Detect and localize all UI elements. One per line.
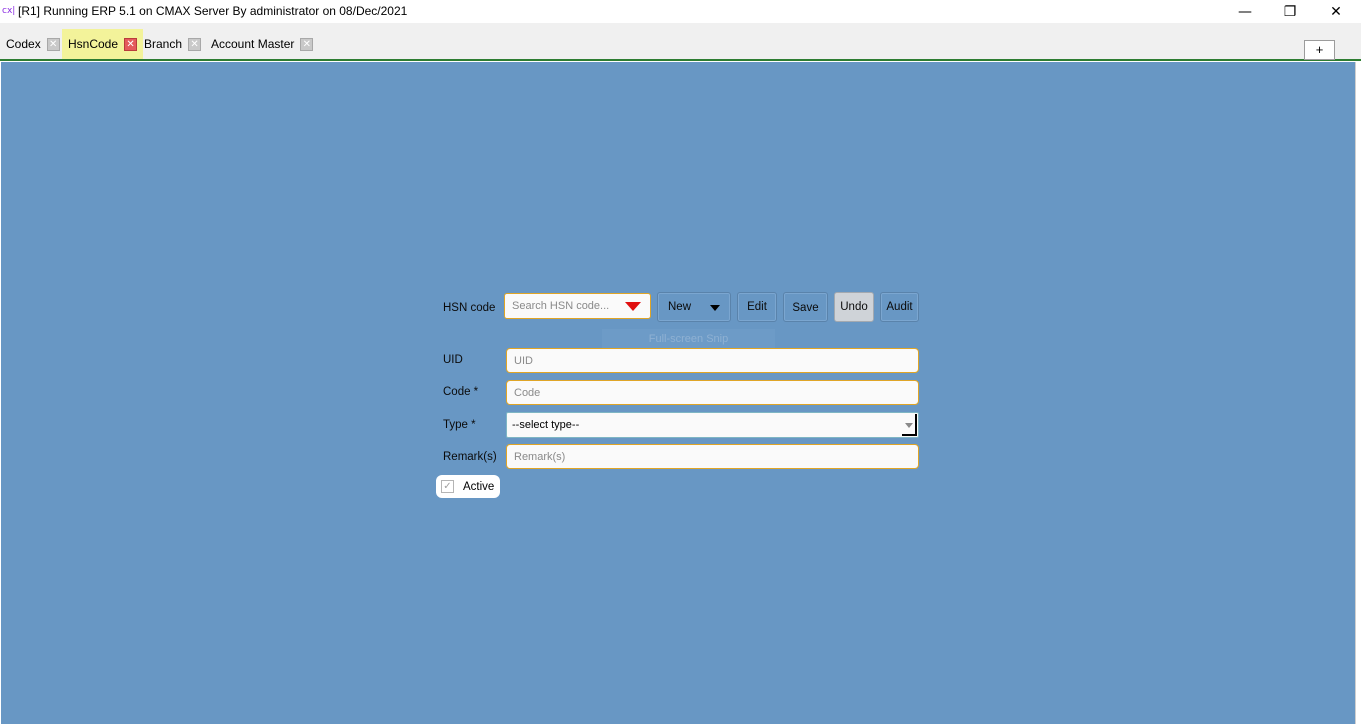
remarks-field[interactable]: Remark(s) <box>506 444 919 469</box>
tab-bar: Codex ✕ HsnCode ✕ Branch ✕ Account Maste… <box>0 23 1361 61</box>
tab-close-icon[interactable]: ✕ <box>300 37 314 51</box>
vertical-scrollbar[interactable] <box>1355 62 1361 724</box>
tab-close-icon[interactable]: ✕ <box>124 37 138 51</box>
add-tab-button[interactable]: + <box>1304 40 1335 60</box>
snip-overlay-text: Full-screen Snip <box>602 329 775 349</box>
title-bar: cx| [R1] Running ERP 5.1 on CMAX Server … <box>0 0 1361 23</box>
main-canvas: HSN code Search HSN code... New Edit Sav… <box>1 62 1355 724</box>
tab-label: Account Master <box>211 37 295 51</box>
tab-label: HsnCode <box>68 37 119 51</box>
type-select-value: --select type-- <box>512 419 580 431</box>
search-placeholder: Search HSN code... <box>512 300 610 312</box>
edit-button[interactable]: Edit <box>737 292 777 322</box>
caret-down-icon[interactable] <box>710 305 720 311</box>
tab-label: Codex <box>6 37 41 51</box>
uid-field[interactable]: UID <box>506 348 919 373</box>
tab-label: Branch <box>144 37 183 51</box>
hsn-form: HSN code Search HSN code... New Edit Sav… <box>1 62 1355 724</box>
uid-label: UID <box>443 354 463 366</box>
remarks-label: Remark(s) <box>443 451 497 463</box>
new-button[interactable]: New <box>657 292 731 322</box>
type-select[interactable]: --select type-- <box>506 412 919 438</box>
tab-close-icon[interactable]: ✕ <box>188 37 202 51</box>
hsn-code-label: HSN code <box>443 302 496 314</box>
dropdown-arrow-icon[interactable] <box>625 302 641 311</box>
save-button[interactable]: Save <box>783 292 828 322</box>
close-window-button[interactable]: ✕ <box>1313 0 1359 23</box>
checkbox-check-icon[interactable]: ✓ <box>441 480 454 493</box>
tab-codex[interactable]: Codex ✕ <box>6 29 60 59</box>
tab-account-master[interactable]: Account Master ✕ <box>211 29 314 59</box>
chevron-down-icon[interactable] <box>902 414 917 436</box>
hsn-search-input[interactable]: Search HSN code... <box>504 293 651 319</box>
code-label: Code * <box>443 386 479 398</box>
new-button-label: New <box>668 301 692 313</box>
tab-hsncode[interactable]: HsnCode ✕ <box>62 29 144 59</box>
active-checkbox[interactable]: ✓ Active <box>436 475 500 498</box>
remarks-placeholder: Remark(s) <box>514 451 566 463</box>
audit-button[interactable]: Audit <box>880 292 919 322</box>
type-label: Type * <box>443 419 476 431</box>
minimize-button[interactable]: — <box>1222 0 1268 23</box>
active-label: Active <box>463 480 495 493</box>
restore-button[interactable]: ❐ <box>1267 0 1313 23</box>
code-field[interactable]: Code <box>506 380 919 405</box>
window-title: [R1] Running ERP 5.1 on CMAX Server By a… <box>18 4 408 18</box>
tab-branch[interactable]: Branch ✕ <box>144 29 202 59</box>
uid-placeholder: UID <box>514 355 533 367</box>
tab-close-icon[interactable]: ✕ <box>46 37 60 51</box>
app-icon: cx| <box>2 6 16 16</box>
undo-button[interactable]: Undo <box>834 292 874 322</box>
code-placeholder: Code <box>514 387 541 399</box>
